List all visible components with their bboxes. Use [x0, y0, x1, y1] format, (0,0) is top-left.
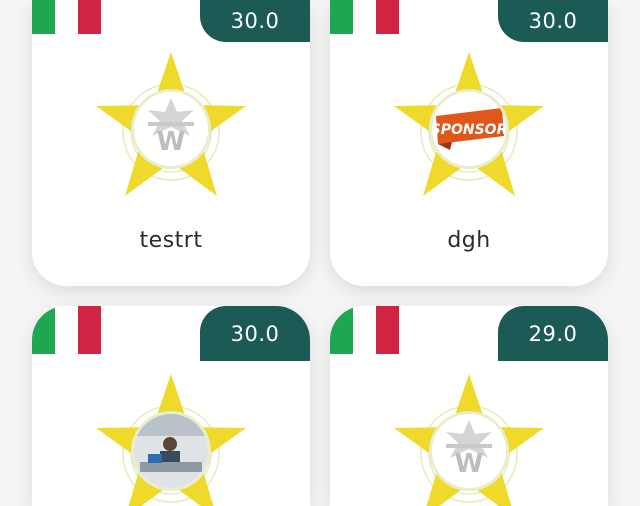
- sponsor-logo-icon: SPONSOR: [432, 92, 506, 166]
- score-card[interactable]: 30.0 SPONSOR dgh: [330, 0, 608, 286]
- italy-flag-icon: [330, 306, 399, 354]
- score-badge: 30.0: [200, 306, 310, 361]
- star-icon: W: [94, 50, 248, 198]
- star-icon: W: [392, 372, 546, 506]
- star-icon: SPONSOR: [392, 50, 546, 198]
- svg-text:SPONSOR: SPONSOR: [432, 122, 506, 138]
- svg-text:W: W: [157, 127, 186, 157]
- star-icon: [94, 372, 248, 506]
- card-name: dgh: [447, 228, 491, 253]
- italy-flag-icon: [32, 0, 101, 34]
- score-card[interactable]: 30.0 W testrt: [32, 0, 310, 286]
- svg-text:W: W: [455, 449, 484, 479]
- score-badge: 30.0: [498, 0, 608, 42]
- w-logo-icon: W: [134, 92, 208, 166]
- score-badge: 29.0: [498, 306, 608, 361]
- italy-flag-icon: [330, 0, 399, 34]
- photo-thumbnail: [134, 414, 208, 488]
- score-badge: 30.0: [200, 0, 310, 42]
- score-card[interactable]: 30.0: [32, 306, 310, 506]
- italy-flag-icon: [32, 306, 101, 354]
- card-name: testrt: [139, 228, 203, 253]
- w-logo-icon: W: [432, 414, 506, 488]
- score-card[interactable]: 29.0 W: [330, 306, 608, 506]
